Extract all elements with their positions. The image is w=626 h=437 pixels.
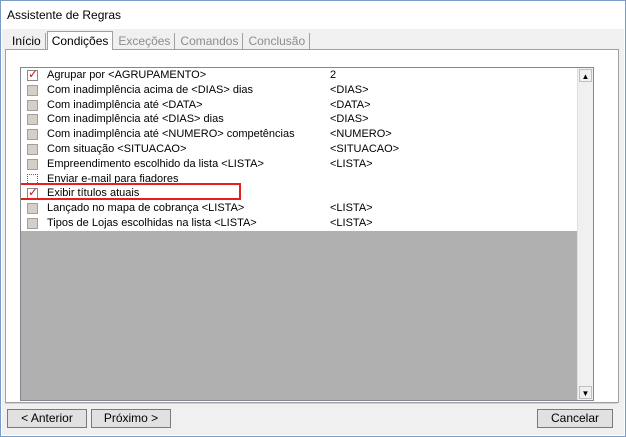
rule-row[interactable]: Enviar e-mail para fiadores	[21, 172, 593, 187]
rule-value: 2	[330, 69, 337, 81]
rules-rows: Agrupar por <AGRUPAMENTO> 2 Com inadimplên…	[21, 68, 593, 231]
rule-row[interactable]: Exibir títulos atuais	[21, 183, 593, 201]
wizard-button-bar: < Anterior Próximo > Cancelar	[5, 409, 617, 435]
rule-label: Com situação <SITUACAO>	[47, 142, 187, 155]
rule-wizard-window: Assistente de Regras Início Condições Exce…	[0, 0, 626, 437]
scroll-up-icon[interactable]: ▲	[579, 69, 592, 82]
previous-button[interactable]: < Anterior	[7, 409, 87, 428]
next-button[interactable]: Próximo >	[91, 409, 171, 428]
rule-label: Tipos de Lojas escolhidas na lista <LIST…	[47, 216, 257, 229]
rule-value: <NUMERO>	[330, 128, 392, 141]
rules-list[interactable]: Agrupar por <AGRUPAMENTO> 2 Com inadimplên…	[20, 67, 594, 401]
rule-row[interactable]: Tipos de Lojas escolhidas na lista <LIST…	[21, 216, 593, 231]
rule-value: <LISTA>	[330, 157, 373, 170]
rule-checkbox[interactable]	[27, 129, 38, 141]
rule-row[interactable]: Com inadimplência até <NUMERO> competênc…	[21, 127, 593, 142]
cancel-button[interactable]: Cancelar	[537, 409, 613, 428]
tab-3[interactable]: Comandos	[176, 33, 244, 49]
rule-label: Exibir títulos atuais	[47, 187, 140, 200]
rule-checkbox[interactable]	[27, 143, 38, 155]
vertical-scrollbar[interactable]: ▲ ▼	[577, 68, 593, 400]
rule-row[interactable]: Agrupar por <AGRUPAMENTO> 2	[21, 68, 593, 83]
rule-row[interactable]: Com situação <SITUACAO> <SITUACAO>	[21, 142, 593, 157]
tab-2[interactable]: Exceções	[114, 33, 176, 49]
rule-label: Lançado no mapa de cobrança <LISTA>	[47, 202, 245, 215]
rule-row[interactable]: Com inadimplência acima de <DIAS> dias <D…	[21, 83, 593, 98]
rule-row[interactable]: Empreendimento escolhido da lista <LISTA…	[21, 157, 593, 172]
bottom-divider	[5, 403, 617, 404]
rule-checkbox[interactable]	[27, 158, 38, 170]
rule-label: Enviar e-mail para fiadores	[47, 172, 179, 185]
tab-1[interactable]: Condições	[46, 31, 114, 50]
rule-checkbox[interactable]	[27, 68, 38, 82]
rule-checkbox[interactable]	[27, 173, 38, 185]
scroll-down-icon[interactable]: ▼	[579, 386, 592, 399]
rule-label: Agrupar por <AGRUPAMENTO>	[47, 69, 207, 81]
rule-checkbox[interactable]	[27, 99, 38, 111]
rule-value: <DIAS>	[330, 113, 369, 126]
rule-checkbox[interactable]	[27, 114, 38, 126]
rule-value: <LISTA>	[330, 216, 373, 229]
rule-label: Com inadimplência acima de <DIAS> dias	[47, 83, 254, 96]
tab-4[interactable]: Conclusão	[244, 33, 311, 49]
tab-0[interactable]: Início	[8, 33, 46, 49]
rule-checkbox[interactable]	[27, 203, 38, 215]
rule-row[interactable]: Com inadimplência até <DATA> <DATA>	[21, 98, 593, 113]
rule-checkbox[interactable]	[27, 185, 38, 200]
rule-value: <SITUACAO>	[330, 142, 400, 155]
rule-label: Com inadimplência até <DIAS> dias	[47, 113, 224, 126]
rule-row[interactable]: Com inadimplência até <DIAS> dias <DIAS>	[21, 112, 593, 127]
rule-label: Empreendimento escolhido da lista <LISTA…	[47, 157, 264, 170]
wizard-client-area: Início Condições Exceções Comandos Conclusão…	[2, 29, 624, 435]
rule-label: Com inadimplência até <NUMERO> competênc…	[47, 128, 295, 141]
rule-checkbox[interactable]	[27, 84, 38, 96]
conditions-panel: Agrupar por <AGRUPAMENTO> 2 Com inadimplên…	[5, 49, 619, 403]
rule-value: <DIAS>	[330, 83, 369, 96]
window-title: Assistente de Regras	[7, 8, 122, 22]
rule-value: <DATA>	[330, 98, 371, 111]
rule-value: <LISTA>	[330, 202, 373, 215]
rule-row[interactable]: Lançado no mapa de cobrança <LISTA> <LIST…	[21, 201, 593, 216]
rule-checkbox[interactable]	[27, 217, 38, 229]
rule-label: Com inadimplência até <DATA>	[47, 98, 203, 111]
